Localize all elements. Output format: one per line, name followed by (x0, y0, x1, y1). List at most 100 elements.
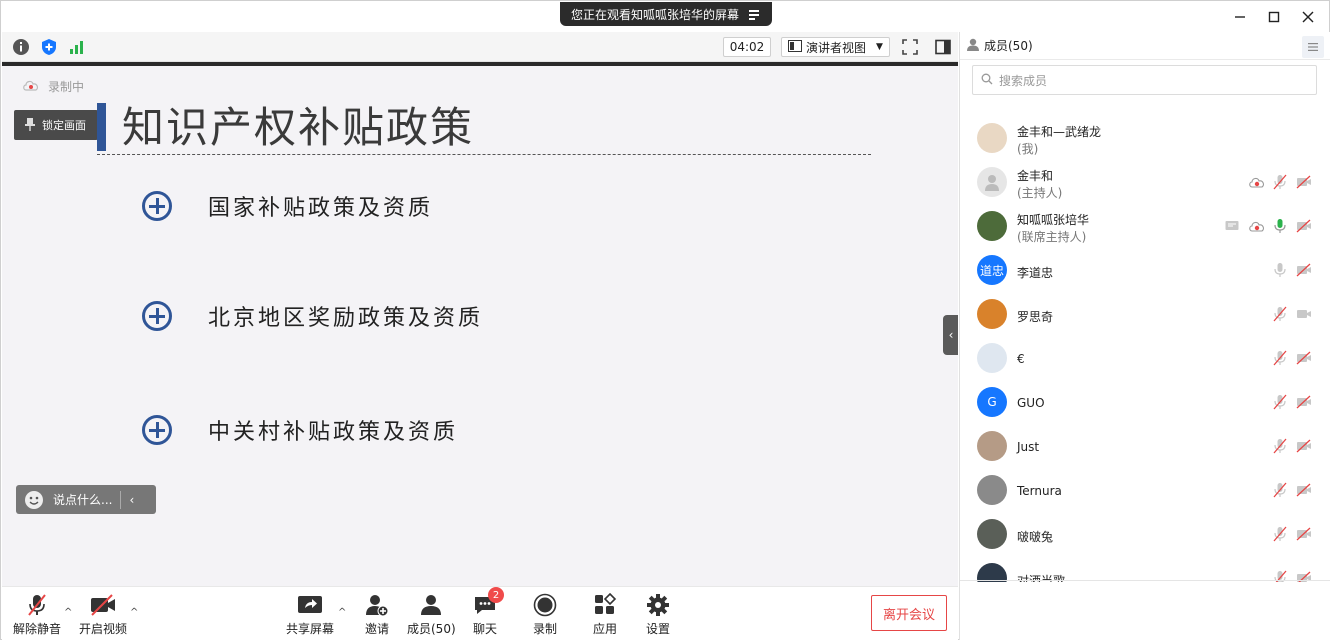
member-row[interactable]: G GUO (960, 382, 1330, 422)
close-icon[interactable] (1291, 7, 1325, 27)
video-off-icon[interactable] (1296, 482, 1312, 498)
info-icon[interactable] (12, 38, 30, 56)
mic-off-icon[interactable] (1272, 482, 1288, 498)
member-row[interactable]: 罗思奇 (960, 294, 1330, 334)
member-row[interactable]: 啵啵兔 (960, 514, 1330, 554)
mic-off-icon (24, 593, 50, 617)
chat-label: 聊天 (472, 622, 497, 636)
collapse-panel-tab[interactable]: ‹ (943, 315, 958, 355)
sharing-banner[interactable]: 您正在观看知呱呱张培华的屏幕 (560, 2, 772, 26)
members-icon (966, 38, 980, 54)
lock-view-button[interactable]: 锁定画面 (14, 110, 98, 140)
share-icon[interactable] (1224, 218, 1240, 234)
member-status-icons (1272, 394, 1312, 410)
member-row[interactable]: 金丰和—武绪龙 (我) (960, 118, 1330, 158)
member-status-icons (1272, 262, 1312, 278)
video-off-icon[interactable] (1296, 174, 1312, 190)
meeting-timer: 04:02 (723, 37, 771, 57)
video-off-icon[interactable] (1296, 218, 1312, 234)
record-button[interactable]: 录制 (532, 593, 558, 637)
quick-chat-input[interactable]: 说点什么... ‹ (16, 485, 156, 514)
chat-button[interactable]: 2 聊天 (472, 587, 504, 637)
slide-title-divider (97, 154, 871, 155)
members-button[interactable]: 成员(50) (407, 593, 456, 637)
meeting-window: 您正在观看知呱呱张培华的屏幕 04:02 演讲者视图 ▼ 录制中 锁定画面 知识… (0, 0, 1330, 640)
leave-meeting-button[interactable]: 离开会议 (871, 595, 947, 631)
video-off-icon[interactable] (1296, 350, 1312, 366)
member-name: € (1017, 352, 1025, 366)
apps-button[interactable]: 应用 (592, 593, 618, 637)
shared-screen-stage: 录制中 锁定画面 知识产权补贴政策 国家补贴政策及资质 北京地区奖励政策及资质 … (2, 66, 958, 586)
member-row[interactable]: € (960, 338, 1330, 378)
members-panel-title: 成员(50) (984, 39, 1033, 53)
member-name: 金丰和 (1017, 169, 1054, 183)
mic-off-icon[interactable] (1272, 174, 1288, 190)
start-video-button[interactable]: 开启视频 (79, 593, 127, 637)
member-name: 罗思奇 (1017, 310, 1054, 324)
share-screen-button[interactable]: 共享屏幕 (286, 593, 334, 637)
slide-title: 知识产权补贴政策 (122, 103, 475, 152)
share-screen-icon (297, 593, 323, 617)
members-label: 成员(50) (407, 622, 456, 636)
member-status-icons (1272, 438, 1312, 454)
member-row[interactable]: 知呱呱张培华 (联席主持人) (960, 206, 1330, 246)
mic-off-icon[interactable] (1272, 438, 1288, 454)
settings-button[interactable]: 设置 (645, 593, 671, 637)
invite-button[interactable]: 邀请 (364, 593, 390, 637)
mic-off-icon[interactable] (1272, 350, 1288, 366)
mic-off-icon[interactable] (1272, 394, 1288, 410)
video-options-caret[interactable]: ^ (130, 607, 138, 618)
member-status-icons (1272, 526, 1312, 542)
mic-off-icon[interactable] (1272, 526, 1288, 542)
minimize-icon[interactable] (1223, 7, 1257, 27)
invite-label: 邀请 (364, 622, 389, 636)
member-row[interactable]: 金丰和 (主持人) (960, 162, 1330, 202)
video-off-icon[interactable] (1296, 526, 1312, 542)
member-status-icons (1272, 482, 1312, 498)
member-row[interactable]: 道忠 李道忠 (960, 250, 1330, 290)
panel-menu-icon[interactable] (1302, 36, 1324, 58)
fullscreen-icon[interactable] (901, 38, 919, 56)
gear-icon (645, 593, 671, 617)
audio-options-caret[interactable]: ^ (64, 607, 72, 618)
video-off-icon[interactable] (1296, 262, 1312, 278)
member-status-icons (1248, 174, 1312, 190)
member-avatar (977, 475, 1007, 505)
unmute-button[interactable]: 解除静音 (13, 593, 61, 637)
member-avatar (977, 299, 1007, 329)
toggle-panel-icon[interactable] (934, 38, 952, 56)
signal-icon[interactable] (68, 38, 86, 56)
emoji-icon[interactable] (25, 490, 43, 509)
record-icon[interactable] (1248, 218, 1264, 234)
mic-on-icon[interactable] (1272, 218, 1288, 234)
maximize-icon[interactable] (1257, 7, 1291, 27)
view-mode-select[interactable]: 演讲者视图 ▼ (781, 37, 890, 57)
mic-gray-icon[interactable] (1272, 262, 1288, 278)
banner-menu-icon[interactable] (749, 9, 761, 20)
member-name: 李道忠 (1017, 266, 1054, 280)
video-off-icon[interactable] (1296, 438, 1312, 454)
member-row[interactable]: Ternura (960, 470, 1330, 510)
member-avatar: 道忠 (977, 255, 1007, 285)
member-row[interactable]: Just (960, 426, 1330, 466)
add-user-icon (364, 593, 390, 617)
chevron-left-icon[interactable]: ‹ (129, 493, 134, 507)
member-search-input[interactable]: 搜索成员 (972, 65, 1317, 95)
share-options-caret[interactable]: ^ (338, 607, 346, 618)
mic-off-icon[interactable] (1272, 306, 1288, 322)
record-icon[interactable] (1248, 174, 1264, 190)
slide-title-accent (97, 103, 106, 151)
video-off-icon[interactable] (1296, 394, 1312, 410)
member-status-icons (1272, 350, 1312, 366)
pin-icon (24, 117, 36, 134)
member-name: GUO (1017, 396, 1045, 410)
quick-chat-placeholder: 说点什么... (53, 493, 113, 507)
slide-bullet: 北京地区奖励政策及资质 (142, 300, 483, 332)
chat-icon: 2 (472, 587, 504, 617)
member-row[interactable]: 对酒当歌 (960, 558, 1330, 582)
member-role: (主持人) (1017, 186, 1063, 200)
member-avatar (977, 431, 1007, 461)
video-gray-icon[interactable] (1296, 306, 1312, 322)
apps-label: 应用 (592, 622, 617, 636)
security-shield-icon[interactable] (40, 38, 58, 56)
